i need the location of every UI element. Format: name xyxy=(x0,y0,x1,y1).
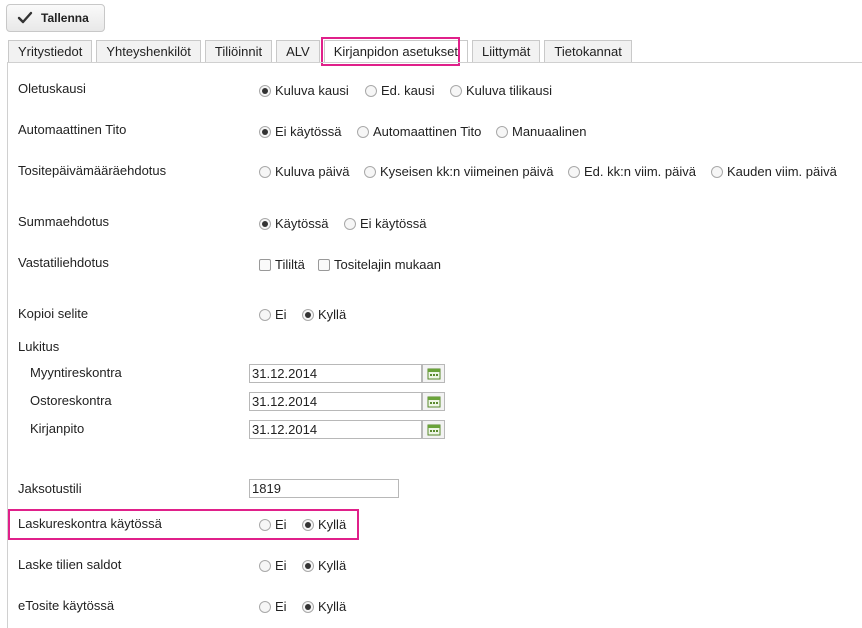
radio[interactable] xyxy=(568,165,580,178)
tab-yhteyshenkilot[interactable]: Yhteyshenkilöt xyxy=(96,40,201,62)
saldot-option-kylla[interactable]: Kyllä xyxy=(302,558,346,573)
radio[interactable] xyxy=(344,217,356,230)
radio-selected[interactable] xyxy=(259,217,271,230)
summaehdotus-option-ei-kaytossa[interactable]: Ei käytössä xyxy=(344,216,426,231)
tab-kirjanpidon-asetukset[interactable]: Kirjanpidon asetukset xyxy=(323,40,468,62)
radio-selected[interactable] xyxy=(259,84,271,97)
lukitus-label: Lukitus xyxy=(18,339,60,354)
radio-selected[interactable] xyxy=(302,308,314,321)
oletuskausi-option-kuluva-kausi[interactable]: Kuluva kausi xyxy=(259,83,349,98)
radio-selected[interactable] xyxy=(302,559,314,572)
kopioi-selite-label: Kopioi selite xyxy=(18,306,89,321)
calendar-icon[interactable] xyxy=(422,364,445,383)
jaksotustili-label: Jaksotustili xyxy=(18,481,82,496)
tab-yritystiedot[interactable]: Yritystiedot xyxy=(8,40,93,62)
radio[interactable] xyxy=(496,125,508,138)
radio[interactable] xyxy=(259,600,271,613)
tositepvm-option-kuluva-paiva[interactable]: Kuluva päivä xyxy=(259,164,349,179)
tito-option-ei-kaytossa[interactable]: Ei käytössä xyxy=(259,124,341,139)
etosite-option-kylla[interactable]: Kyllä xyxy=(302,599,346,614)
checkbox[interactable] xyxy=(318,258,330,271)
radio[interactable] xyxy=(364,165,376,178)
myyntireskontra-label: Myyntireskontra xyxy=(30,365,122,380)
summaehdotus-label: Summaehdotus xyxy=(18,214,110,229)
tito-option-automaattinen[interactable]: Automaattinen Tito xyxy=(357,124,481,139)
laskureskontra-option-kylla[interactable]: Kyllä xyxy=(302,517,346,532)
saldot-label: Laske tilien saldot xyxy=(18,557,122,572)
laskureskontra-label: Laskureskontra käytössä xyxy=(18,516,162,531)
kirjanpito-date-input[interactable]: 31.12.2014 xyxy=(249,420,422,439)
tositepvm-label: Tositepäivämääräehdotus xyxy=(18,163,167,178)
tab-tietokannat[interactable]: Tietokannat xyxy=(544,40,632,62)
checkmark-icon xyxy=(17,11,33,24)
vastatili-checkbox-tililta[interactable]: Tililtä xyxy=(259,257,305,272)
radio[interactable] xyxy=(365,84,377,97)
settings-panel xyxy=(7,62,862,628)
radio[interactable] xyxy=(259,165,271,178)
oletuskausi-label: Oletuskausi xyxy=(18,81,86,96)
tositepvm-option-ed-kk[interactable]: Ed. kk:n viim. päivä xyxy=(568,164,696,179)
calendar-icon[interactable] xyxy=(422,392,445,411)
laskureskontra-option-ei[interactable]: Ei xyxy=(259,517,287,532)
tositepvm-option-kk-viimeinen[interactable]: Kyseisen kk:n viimeinen päivä xyxy=(364,164,553,179)
ostoreskontra-date-input[interactable]: 31.12.2014 xyxy=(249,392,422,411)
radio-selected[interactable] xyxy=(302,600,314,613)
radio[interactable] xyxy=(259,559,271,572)
kirjanpito-label: Kirjanpito xyxy=(30,421,85,436)
radio[interactable] xyxy=(450,84,462,97)
oletuskausi-option-kuluva-tilikausi[interactable]: Kuluva tilikausi xyxy=(450,83,552,98)
radio[interactable] xyxy=(259,308,271,321)
calendar-icon[interactable] xyxy=(422,420,445,439)
tab-alv[interactable]: ALV xyxy=(276,40,320,62)
save-button-label: Tallenna xyxy=(41,11,89,25)
ostoreskontra-label: Ostoreskontra xyxy=(30,393,112,408)
radio[interactable] xyxy=(357,125,369,138)
kopioi-option-ei[interactable]: Ei xyxy=(259,307,287,322)
kopioi-option-kylla[interactable]: Kyllä xyxy=(302,307,346,322)
summaehdotus-option-kaytossa[interactable]: Käytössä xyxy=(259,216,328,231)
vastatili-label: Vastatiliehdotus xyxy=(18,255,109,270)
oletuskausi-option-ed-kausi[interactable]: Ed. kausi xyxy=(365,83,434,98)
tositepvm-option-kauden-viim[interactable]: Kauden viim. päivä xyxy=(711,164,837,179)
vastatili-checkbox-tositelaji[interactable]: Tositelajin mukaan xyxy=(318,257,441,272)
etosite-option-ei[interactable]: Ei xyxy=(259,599,287,614)
jaksotustili-input[interactable]: 1819 xyxy=(249,479,399,498)
myyntireskontra-date-input[interactable]: 31.12.2014 xyxy=(249,364,422,383)
radio-selected[interactable] xyxy=(259,125,271,138)
radio[interactable] xyxy=(259,518,271,531)
radio[interactable] xyxy=(711,165,723,178)
save-button[interactable]: Tallenna xyxy=(6,4,105,32)
saldot-option-ei[interactable]: Ei xyxy=(259,558,287,573)
tito-option-manuaalinen[interactable]: Manuaalinen xyxy=(496,124,586,139)
tab-bar: Yritystiedot Yhteyshenkilöt Tiliöinnit A… xyxy=(8,40,636,62)
tab-liittymat[interactable]: Liittymät xyxy=(472,40,541,62)
etosite-label: eTosite käytössä xyxy=(18,598,115,613)
checkbox[interactable] xyxy=(259,258,271,271)
tito-label: Automaattinen Tito xyxy=(18,122,127,137)
radio-selected[interactable] xyxy=(302,518,314,531)
tab-tilioinnit[interactable]: Tiliöinnit xyxy=(204,40,273,62)
